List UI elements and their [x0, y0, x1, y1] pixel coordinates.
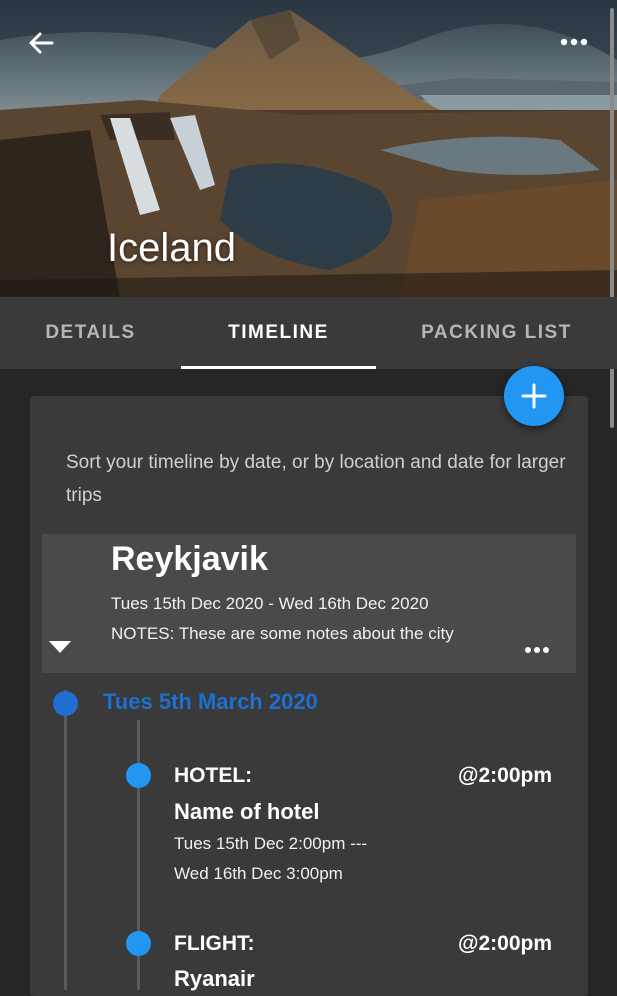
timeline-hint: Sort your timeline by date, or by locati…	[66, 452, 566, 506]
city-notes: NOTES: These are some notes about the ci…	[111, 624, 454, 643]
more-horiz-icon	[560, 38, 588, 46]
event-name[interactable]: Name of hotel	[174, 799, 319, 825]
more-horiz-icon	[525, 647, 549, 653]
event-date-range: Tues 15th Dec 2:00pm ---	[174, 834, 368, 853]
event-time: @2:00pm	[457, 764, 552, 787]
plus-icon	[521, 383, 547, 409]
event-marker	[126, 763, 151, 788]
back-button[interactable]	[26, 28, 56, 58]
more-options-button[interactable]	[559, 34, 589, 50]
event-marker	[126, 931, 151, 956]
event-time: @2:00pm	[457, 932, 552, 955]
expand-toggle[interactable]	[48, 640, 72, 654]
arrow-left-icon	[29, 32, 54, 54]
add-button[interactable]	[504, 366, 564, 426]
tab-packing-list[interactable]: PACKING LIST	[376, 297, 617, 369]
trip-title: Iceland	[107, 226, 236, 270]
tab-details[interactable]: DETAILS	[0, 297, 181, 369]
tab-bar: DETAILS TIMELINE PACKING LIST	[0, 297, 617, 369]
active-tab-indicator	[181, 366, 376, 369]
triangle-down-icon	[49, 641, 71, 653]
timeline-line	[64, 690, 67, 990]
event-name[interactable]: Ryanair	[174, 966, 255, 992]
day-marker	[53, 691, 78, 716]
landscape-illustration	[0, 0, 617, 297]
city-header[interactable]: Reykjavik Tues 15th Dec 2020 - Wed 16th …	[42, 534, 576, 673]
city-name: Reykjavik	[111, 540, 268, 578]
event-type: FLIGHT:	[174, 932, 255, 955]
day-label[interactable]: Tues 5th March 2020	[103, 689, 318, 715]
event-type: HOTEL:	[174, 764, 253, 787]
tab-timeline[interactable]: TIMELINE	[181, 297, 376, 369]
city-dates: Tues 15th Dec 2020 - Wed 16th Dec 2020	[111, 594, 429, 613]
hero-image: Iceland	[0, 0, 617, 297]
event-date-range-end: Wed 16th Dec 3:00pm	[174, 864, 343, 883]
city-more-button[interactable]	[524, 642, 550, 653]
